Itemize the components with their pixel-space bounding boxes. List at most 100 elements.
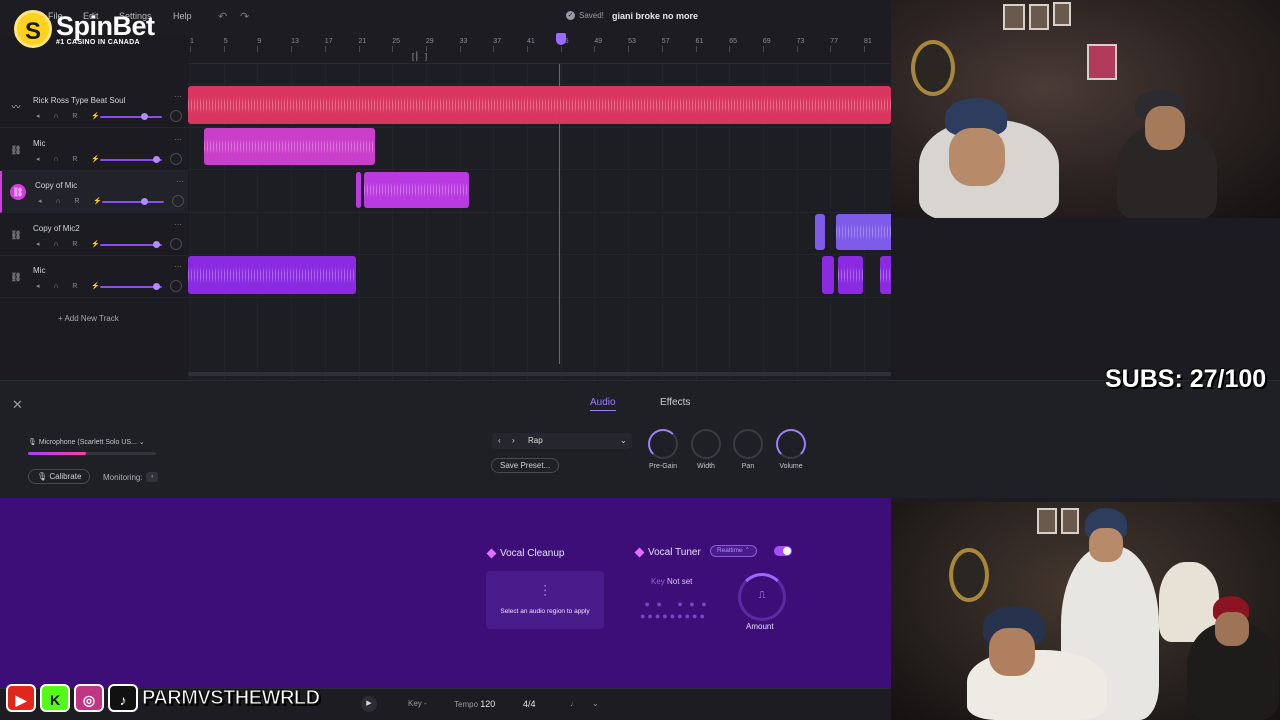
- more-icon[interactable]: ⋯: [174, 262, 182, 271]
- menu-help[interactable]: Help: [173, 11, 192, 21]
- ruler-tick-label: 29: [425, 38, 434, 45]
- project-title[interactable]: giani broke no more: [612, 11, 698, 21]
- clip-mic-2a[interactable]: [188, 256, 356, 294]
- key-select[interactable]: Key -: [408, 699, 427, 708]
- chevron-down-icon[interactable]: ⌄: [592, 699, 599, 708]
- amount-knob[interactable]: ⎍: [738, 573, 786, 621]
- track-header[interactable]: ⛓ Copy of Mic2 ◂ ∩ R ⚡ ⋯: [0, 214, 188, 256]
- ruler-tick: [190, 46, 191, 52]
- track-pan-knob[interactable]: [172, 195, 184, 208]
- prev-preset-icon[interactable]: ‹: [498, 436, 501, 445]
- pitch-curve-icon: ⎍: [758, 590, 766, 601]
- track-header[interactable]: ⛓ Mic ◂ ∩ R ⚡ ⋯: [0, 256, 188, 299]
- track-name[interactable]: Mic: [33, 139, 45, 148]
- metronome-icon[interactable]: ♩: [570, 699, 578, 708]
- monitoring-toggle[interactable]: ◖: [146, 472, 158, 482]
- volume-knob[interactable]: Volume: [774, 429, 808, 470]
- track-header[interactable]: ⛓ Mic ◂ ∩ R ⚡ ⋯: [0, 129, 188, 171]
- track-volume-slider[interactable]: [100, 113, 162, 120]
- social-handles: ▶ K ◎ ♪ PARMVSTHEWRLD: [6, 684, 321, 712]
- track-name[interactable]: Copy of Mic2: [33, 224, 80, 233]
- track-pan-knob[interactable]: [170, 237, 182, 250]
- track-name[interactable]: Copy of Mic: [35, 181, 77, 190]
- track-name[interactable]: Mic: [33, 266, 45, 275]
- close-icon[interactable]: ✕: [12, 397, 23, 413]
- timeline-ruler[interactable]: 159131721252933374145495357616569737781: [188, 34, 891, 64]
- tab-effects[interactable]: Effects: [660, 397, 690, 408]
- track-controls[interactable]: ◂ ∩ R ⚡: [36, 112, 106, 120]
- vocal-tuner-toggle[interactable]: [774, 546, 792, 556]
- more-icon[interactable]: ⋯: [174, 220, 182, 229]
- waveform-icon[interactable]: 〰: [8, 99, 24, 115]
- track-volume-slider[interactable]: [100, 240, 162, 248]
- microphone-select[interactable]: 🎙 Microphone (Scarlett Solo US... ⌄: [28, 438, 145, 446]
- check-icon: ✓: [566, 11, 575, 20]
- clip-copy-of-mic-a[interactable]: [356, 172, 361, 208]
- time-signature[interactable]: 4/4: [523, 699, 536, 709]
- webcam-bottom: [891, 502, 1280, 720]
- right-blank-area: [891, 218, 1280, 380]
- clip-mic-2b[interactable]: [822, 256, 834, 294]
- track-volume-slider[interactable]: [100, 283, 162, 291]
- saved-status: ✓ Saved!: [566, 11, 604, 20]
- lane-divider: [188, 211, 891, 213]
- gem-icon: [486, 548, 497, 559]
- track-controls[interactable]: ◂ ∩ R ⚡: [36, 155, 106, 163]
- pregain-knob[interactable]: Pre-Gain: [646, 429, 680, 470]
- loop-markers-icon[interactable]: [ ▏ ]: [412, 52, 427, 61]
- tempo-field[interactable]: Tempo 120: [454, 699, 495, 709]
- track-controls[interactable]: ◂ ∩ R ⚡: [36, 240, 106, 248]
- tiktok-icon: ♪: [108, 684, 138, 712]
- clip-mic-2c[interactable]: [838, 256, 863, 294]
- track-volume-slider[interactable]: [102, 198, 164, 206]
- clip-mic-1[interactable]: [204, 128, 375, 165]
- redo-icon[interactable]: ↷: [240, 10, 249, 23]
- track-controls[interactable]: ◂ ∩ R ⚡: [38, 197, 108, 205]
- more-icon[interactable]: ⋯: [176, 177, 184, 186]
- pan-knob[interactable]: Pan: [731, 429, 765, 470]
- track-controls[interactable]: ◂ ∩ R ⚡: [36, 282, 106, 290]
- playhead-handle[interactable]: [556, 33, 566, 45]
- tuner-mode-select[interactable]: Realtime ⌃: [710, 545, 757, 557]
- ruler-tick-label: 69: [762, 38, 771, 45]
- chevron-down-icon: ⌄: [620, 436, 627, 445]
- tab-audio[interactable]: Audio: [590, 397, 616, 411]
- ruler-tick-label: 37: [493, 38, 502, 45]
- link-icon[interactable]: ⛓: [8, 142, 24, 158]
- track-pan-knob[interactable]: [170, 152, 182, 165]
- next-preset-icon[interactable]: ›: [512, 436, 515, 445]
- link-icon[interactable]: ⛓: [8, 227, 24, 243]
- ruler-tick-label: 17: [324, 38, 333, 45]
- calibrate-button[interactable]: 🎙 Calibrate: [28, 469, 91, 484]
- link-icon[interactable]: ⛓: [8, 269, 24, 285]
- undo-icon[interactable]: ↶: [218, 10, 227, 23]
- social-handle: PARMVSTHEWRLD: [142, 686, 321, 709]
- clip-beat[interactable]: [188, 86, 891, 124]
- play-button[interactable]: ▶: [361, 696, 377, 712]
- ruler-tick-label: 33: [459, 38, 468, 45]
- preset-select[interactable]: ‹ › Rap ⌄: [492, 433, 632, 449]
- ruler-tick-label: 21: [358, 38, 367, 45]
- input-level-meter: [28, 452, 156, 455]
- ruler-tick: [729, 46, 731, 52]
- track-header[interactable]: ⛓ Copy of Mic ◂ ∩ R ⚡ ⋯: [0, 171, 188, 214]
- horizontal-scrollbar[interactable]: [188, 372, 891, 376]
- track-header[interactable]: 〰 Rick Ross Type Beat Soul ◂ ∩ R ⚡ ⋯: [0, 86, 188, 128]
- track-pan-knob[interactable]: [170, 110, 182, 122]
- save-preset-button[interactable]: Save Preset...: [491, 458, 560, 473]
- track-name[interactable]: Rick Ross Type Beat Soul: [33, 96, 125, 105]
- vocal-cleanup-box[interactable]: ⫶ Select an audio region to apply: [486, 571, 604, 629]
- clip-copy-of-mic-b[interactable]: [364, 172, 469, 208]
- track-volume-slider[interactable]: [100, 155, 162, 163]
- add-new-track-button[interactable]: + Add New Track: [58, 314, 119, 323]
- ruler-tick: [527, 46, 528, 52]
- width-knob[interactable]: Width: [689, 429, 723, 470]
- track-pan-knob[interactable]: [170, 280, 182, 293]
- track-lanes[interactable]: [188, 64, 891, 380]
- clip-copy-of-mic2-b[interactable]: [836, 214, 891, 250]
- more-icon[interactable]: ⋯: [174, 135, 182, 144]
- more-icon[interactable]: ⋯: [174, 92, 182, 101]
- clip-mic-2d[interactable]: [880, 256, 891, 294]
- clip-copy-of-mic2-a[interactable]: [815, 214, 825, 250]
- link-icon[interactable]: ⛓: [10, 184, 26, 201]
